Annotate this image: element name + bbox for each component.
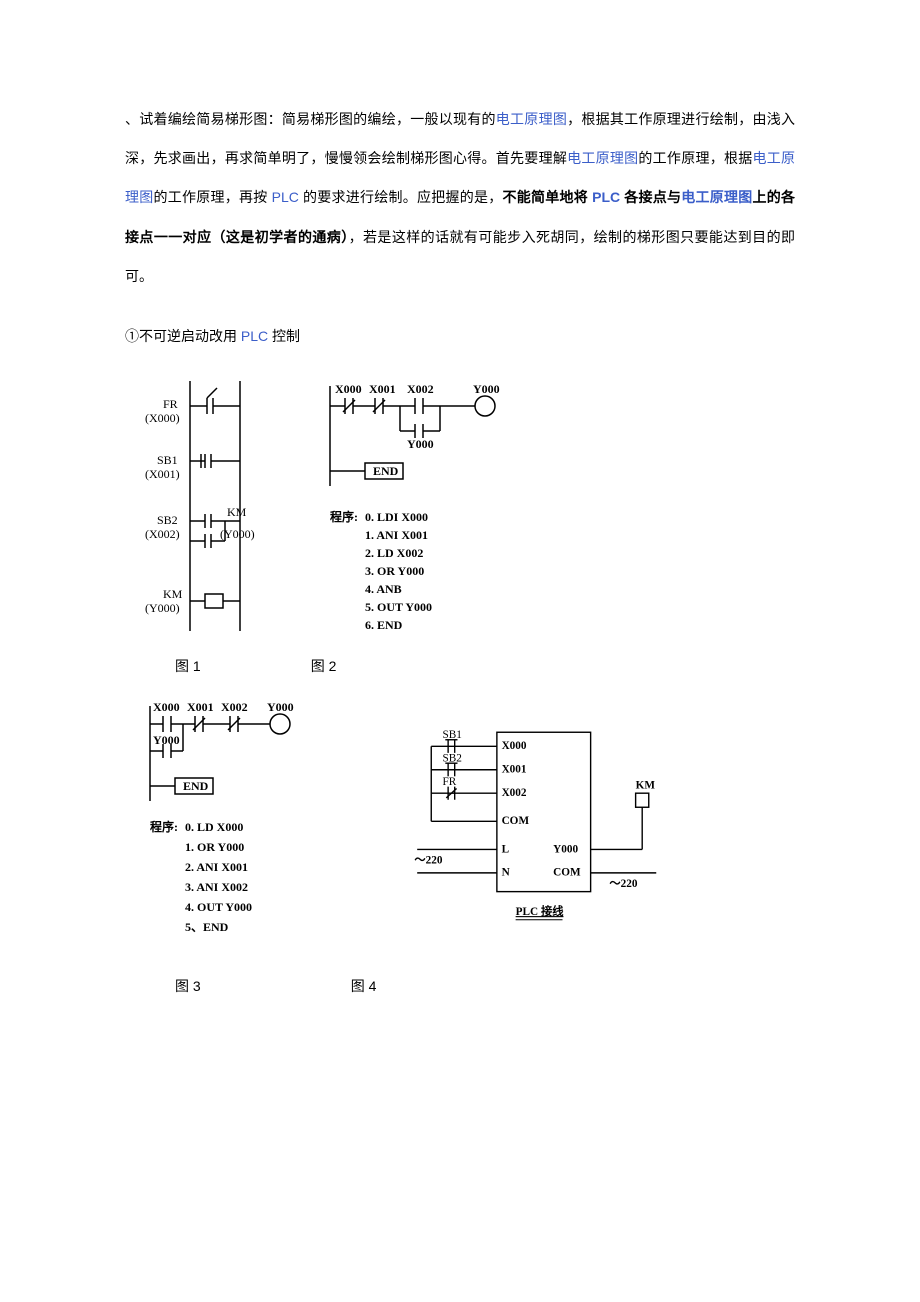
label-l: L	[502, 843, 510, 855]
label-x000: X000	[502, 740, 527, 752]
link-plc[interactable]: PLC	[272, 189, 299, 205]
text-segment: 、试着编绘简易梯形图：简易梯形图的编绘，一般以现有的	[125, 111, 496, 127]
prog-line-1: 1. OR Y000	[185, 840, 244, 854]
figure-2-ladder: X000 X001 X002 Y000 Y000 END 程序: 0. LDI …	[315, 376, 575, 636]
label-x000: X000	[153, 700, 180, 714]
caption-fig4: 图 4	[351, 976, 377, 996]
program-label: 程序:	[150, 819, 178, 834]
figure-row-1: FR (X000) SB1 (X001) SB2 (X002) KM (Y000…	[125, 376, 795, 676]
prog-line-0: 0. LD X000	[185, 820, 243, 834]
label-x001: X001	[369, 382, 396, 396]
prog-line-1: 1. ANI X001	[365, 528, 428, 542]
prog-line-0: 0. LDI X000	[365, 510, 428, 524]
sub-heading: ①不可逆启动改用 PLC 控制	[125, 326, 795, 346]
label-km2-y: (Y000)	[145, 601, 180, 615]
label-x002: X002	[502, 787, 527, 799]
label-fr: FR	[163, 397, 178, 411]
label-km-y: (Y000)	[220, 527, 255, 541]
label-y000b: Y000	[407, 437, 434, 451]
label-sb1: SB1	[157, 453, 178, 467]
label-sb1-x: (X001)	[145, 467, 180, 481]
program-label: 程序:	[330, 509, 358, 524]
label-end: END	[373, 464, 399, 478]
figure-row-2: X000 X001 X002 Y000 Y000 END 程序: 0. LD X…	[125, 696, 795, 996]
caption-fig3: 图 3	[175, 976, 201, 996]
bold-text: 各接点与	[620, 189, 681, 205]
prog-line-2: 2. ANI X001	[185, 860, 248, 874]
label-sb1: SB1	[443, 729, 462, 741]
label-km: KM	[227, 505, 247, 519]
document-page: 、试着编绘简易梯形图：简易梯形图的编绘，一般以现有的电工原理图，根据其工作原理进…	[0, 0, 920, 1056]
text-segment: ①不可逆启动改用	[125, 328, 241, 344]
main-paragraph: 、试着编绘简易梯形图：简易梯形图的编绘，一般以现有的电工原理图，根据其工作原理进…	[125, 100, 795, 296]
label-km2: KM	[163, 587, 183, 601]
bold-link-plc[interactable]: PLC	[592, 189, 620, 205]
prog-line-5: 5. OUT Y000	[365, 600, 432, 614]
caption-fig2: 图 2	[311, 656, 337, 676]
prog-line-5: 5、END	[185, 920, 229, 934]
label-fr: FR	[443, 776, 457, 788]
label-n: N	[502, 867, 510, 879]
text-segment: 的工作原理，再按	[154, 189, 272, 205]
caption-row-1: 图 1 图 2	[175, 656, 795, 676]
label-sb2-x: (X002)	[145, 527, 180, 541]
label-fr-x: (X000)	[145, 411, 180, 425]
label-sb2: SB2	[157, 513, 178, 527]
label-y000b: Y000	[153, 733, 180, 747]
link-plc[interactable]: PLC	[241, 328, 268, 344]
label-com2: COM	[553, 867, 581, 879]
label-y000: Y000	[473, 382, 500, 396]
prog-line-4: 4. ANB	[365, 582, 402, 596]
link-electrical-diagram[interactable]: 电工原理图	[496, 111, 567, 127]
prog-line-3: 3. OR Y000	[365, 564, 424, 578]
text-segment: 控制	[268, 328, 300, 344]
label-220-left: ～220	[414, 854, 443, 866]
caption-row-2: 图 3 图 4	[175, 976, 795, 996]
label-220-right: ～220	[609, 878, 638, 890]
bold-link-electrical[interactable]: 电工原理图	[681, 189, 752, 205]
label-sb2: SB2	[443, 752, 462, 764]
label-com: COM	[502, 815, 530, 827]
label-x001: X001	[187, 700, 214, 714]
prog-line-2: 2. LD X002	[365, 546, 423, 560]
label-y000: Y000	[267, 700, 294, 714]
label-x002: X002	[221, 700, 248, 714]
figure-1-circuit: FR (X000) SB1 (X001) SB2 (X002) KM (Y000…	[135, 376, 285, 636]
label-y000: Y000	[553, 843, 578, 855]
prog-line-3: 3. ANI X002	[185, 880, 248, 894]
prog-line-6: 6. END	[365, 618, 403, 632]
plc-wiring-title: PLC 接线	[516, 904, 565, 918]
text-segment: 的要求进行绘制。应把握的是，	[299, 189, 503, 205]
label-x002: X002	[407, 382, 434, 396]
figure-3-ladder: X000 X001 X002 Y000 Y000 END 程序: 0. LD X…	[135, 696, 335, 956]
bold-text: 不能简单地将	[503, 189, 593, 205]
label-end: END	[183, 779, 209, 793]
caption-fig1: 图 1	[175, 656, 201, 676]
link-electrical-diagram[interactable]: 电工原理图	[567, 150, 638, 166]
figure-4-plc-wiring: SB1 SB2 FR X000 X001 X002 COM L N Y000 C…	[375, 696, 675, 956]
label-km: KM	[636, 779, 656, 791]
text-segment: 的工作原理，根据	[638, 150, 752, 166]
label-x000: X000	[335, 382, 362, 396]
label-x001: X001	[502, 764, 527, 776]
prog-line-4: 4. OUT Y000	[185, 900, 252, 914]
